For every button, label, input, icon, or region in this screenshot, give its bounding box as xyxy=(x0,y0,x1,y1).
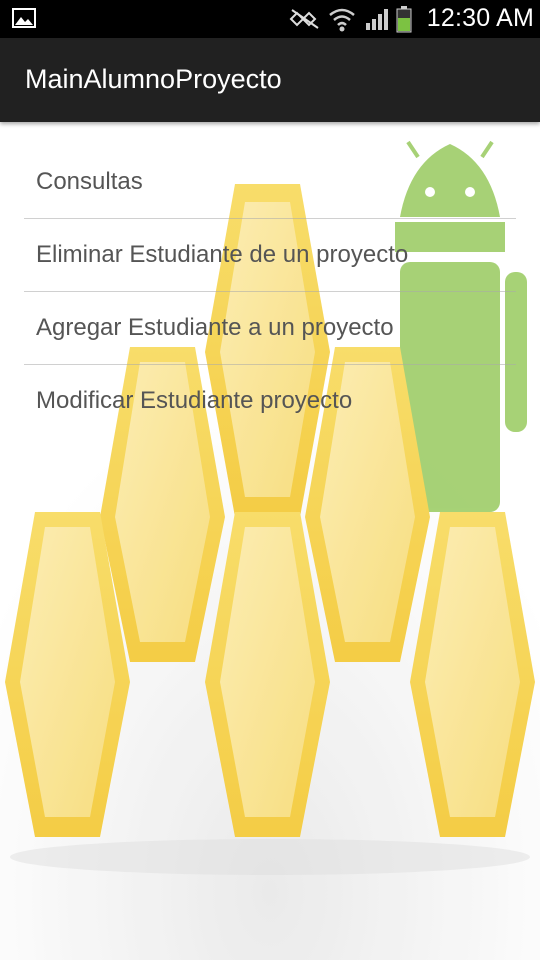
action-bar: MainAlumnoProyecto xyxy=(0,38,540,122)
menu-list: Consultas Eliminar Estudiante de un proy… xyxy=(24,146,516,437)
app-title: MainAlumnoProyecto xyxy=(25,64,282,94)
wifi-icon xyxy=(328,7,356,38)
battery-icon xyxy=(396,5,412,38)
menu-item-label: Agregar Estudiante a un proyecto xyxy=(36,314,394,341)
signal-icon xyxy=(364,7,390,36)
menu-item-consultas[interactable]: Consultas xyxy=(24,146,516,219)
menu-item-label: Consultas xyxy=(36,168,143,195)
status-bar: 12:30 AM xyxy=(0,0,540,38)
gallery-icon xyxy=(12,8,36,33)
menu-item-modificar-estudiante[interactable]: Modificar Estudiante proyecto xyxy=(24,365,516,437)
menu-item-eliminar-estudiante[interactable]: Eliminar Estudiante de un proyecto xyxy=(24,219,516,292)
menu-item-label: Modificar Estudiante proyecto xyxy=(36,387,353,414)
mute-icon xyxy=(288,7,322,36)
menu-item-label: Eliminar Estudiante de un proyecto xyxy=(36,241,409,268)
status-time: 12:30 AM xyxy=(426,4,534,32)
menu-item-agregar-estudiante[interactable]: Agregar Estudiante a un proyecto xyxy=(24,292,516,365)
